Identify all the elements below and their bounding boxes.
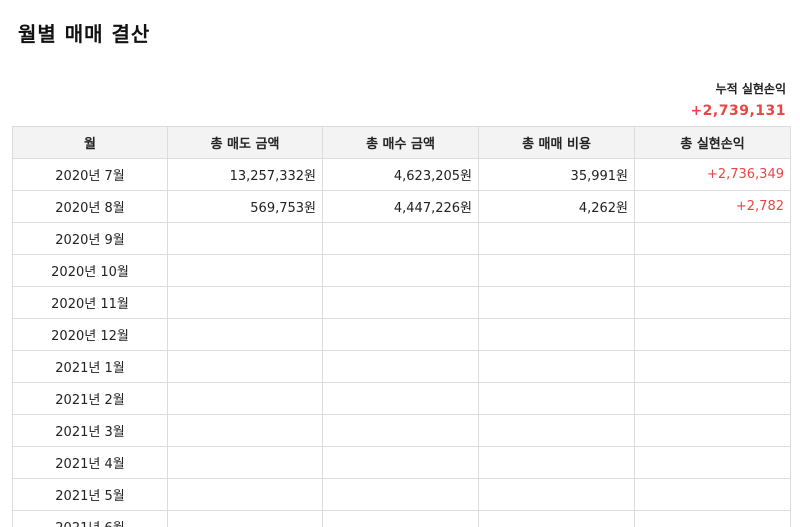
- cell-total-buy: 4,447,226원: [322, 190, 479, 223]
- cell-month: 2021년 1월: [12, 350, 168, 383]
- cell-total-pnl: [634, 254, 791, 287]
- cell-total-sell: [167, 510, 323, 527]
- table-row: 2020년 11월: [12, 286, 791, 319]
- cell-total-buy: [322, 254, 479, 287]
- cell-total-pnl: [634, 510, 791, 527]
- cell-total-buy: [322, 382, 479, 415]
- table-row: 2021년 3월: [12, 414, 791, 447]
- cell-total-sell: [167, 350, 323, 383]
- cell-total-cost: [478, 446, 635, 479]
- table-row: 2020년 10월: [12, 254, 791, 287]
- cell-total-buy: [322, 446, 479, 479]
- cell-total-buy: [322, 318, 479, 351]
- header-total-cost: 총 매매 비용: [478, 126, 635, 159]
- cell-total-sell: [167, 318, 323, 351]
- cell-month: 2021년 3월: [12, 414, 168, 447]
- cell-total-pnl: [634, 286, 791, 319]
- cell-total-buy: [322, 414, 479, 447]
- cell-total-cost: [478, 222, 635, 255]
- cell-total-cost: [478, 414, 635, 447]
- table-row: 2020년 7월 13,257,332원 4,623,205원 35,991원 +2,7…: [12, 158, 791, 191]
- cell-total-pnl: [634, 478, 791, 511]
- cell-total-pnl: [634, 446, 791, 479]
- cell-total-sell: [167, 414, 323, 447]
- cell-total-pnl: +2,782: [634, 190, 791, 223]
- cell-total-pnl: [634, 414, 791, 447]
- cell-total-sell: [167, 222, 323, 255]
- cell-month: 2020년 11월: [12, 286, 168, 319]
- cell-total-pnl: [634, 350, 791, 383]
- table-row: 2020년 8월 569,753원 4,447,226원 4,262원 +2,782: [12, 190, 791, 223]
- cell-total-pnl: [634, 382, 791, 415]
- header-total-buy: 총 매수 금액: [322, 126, 479, 159]
- cell-month: 2020년 9월: [12, 222, 168, 255]
- cumulative-pnl-value: +2,739,131: [690, 103, 786, 119]
- cell-total-cost: [478, 254, 635, 287]
- cell-total-sell: [167, 286, 323, 319]
- cell-total-buy: [322, 222, 479, 255]
- cell-total-sell: [167, 254, 323, 287]
- cell-month: 2021년 4월: [12, 446, 168, 479]
- header-total-sell: 총 매도 금액: [167, 126, 323, 159]
- cell-month: 2020년 7월: [12, 158, 168, 191]
- cell-total-buy: [322, 510, 479, 527]
- table-row: 2021년 2월: [12, 382, 791, 415]
- cell-total-cost: 35,991원: [478, 158, 635, 191]
- table-row: 2021년 4월: [12, 446, 791, 479]
- table-body: 2020년 7월 13,257,332원 4,623,205원 35,991원 +2,7…: [12, 158, 791, 527]
- cumulative-pnl-label: 누적 실현손익: [715, 82, 786, 96]
- cell-total-buy: [322, 478, 479, 511]
- cell-total-sell: [167, 446, 323, 479]
- cell-total-pnl: [634, 222, 791, 255]
- cell-total-cost: [478, 478, 635, 511]
- table-row: 2020년 12월: [12, 318, 791, 351]
- cell-total-sell: 569,753원: [167, 190, 323, 223]
- cumulative-pnl-summary: 누적 실현손익 +2,739,131: [690, 81, 786, 121]
- cell-total-pnl: [634, 318, 791, 351]
- table-row: 2021년 5월: [12, 478, 791, 511]
- table-row: 2021년 6월: [12, 510, 791, 527]
- table-header: 월 총 매도 금액 총 매수 금액 총 매매 비용 총 실현손익: [12, 126, 791, 159]
- cell-total-cost: [478, 286, 635, 319]
- cell-month: 2021년 6월: [12, 510, 168, 527]
- cell-month: 2021년 5월: [12, 478, 168, 511]
- page-title: 월별 매매 결산: [18, 22, 151, 46]
- cell-total-buy: 4,623,205원: [322, 158, 479, 191]
- cell-total-cost: [478, 510, 635, 527]
- cell-total-cost: [478, 318, 635, 351]
- cell-total-sell: [167, 382, 323, 415]
- cell-month: 2020년 10월: [12, 254, 168, 287]
- header-total-pnl: 총 실현손익: [634, 126, 791, 159]
- cell-total-cost: [478, 350, 635, 383]
- header-month: 월: [12, 126, 168, 159]
- header-row: 월 총 매도 금액 총 매수 금액 총 매매 비용 총 실현손익: [12, 126, 791, 159]
- cell-month: 2021년 2월: [12, 382, 168, 415]
- cell-total-cost: [478, 382, 635, 415]
- cell-total-sell: [167, 478, 323, 511]
- cell-total-buy: [322, 350, 479, 383]
- cell-month: 2020년 8월: [12, 190, 168, 223]
- cell-total-pnl: +2,736,349: [634, 158, 791, 191]
- cell-month: 2020년 12월: [12, 318, 168, 351]
- cell-total-cost: 4,262원: [478, 190, 635, 223]
- monthly-report-table: 월 총 매도 금액 총 매수 금액 총 매매 비용 총 실현손익 2020년 7…: [12, 126, 791, 527]
- monthly-trading-report-page: 월별 매매 결산 누적 실현손익 +2,739,131 월 총 매도 금액 총 …: [0, 0, 800, 527]
- table-row: 2021년 1월: [12, 350, 791, 383]
- cell-total-sell: 13,257,332원: [167, 158, 323, 191]
- cell-total-buy: [322, 286, 479, 319]
- table-row: 2020년 9월: [12, 222, 791, 255]
